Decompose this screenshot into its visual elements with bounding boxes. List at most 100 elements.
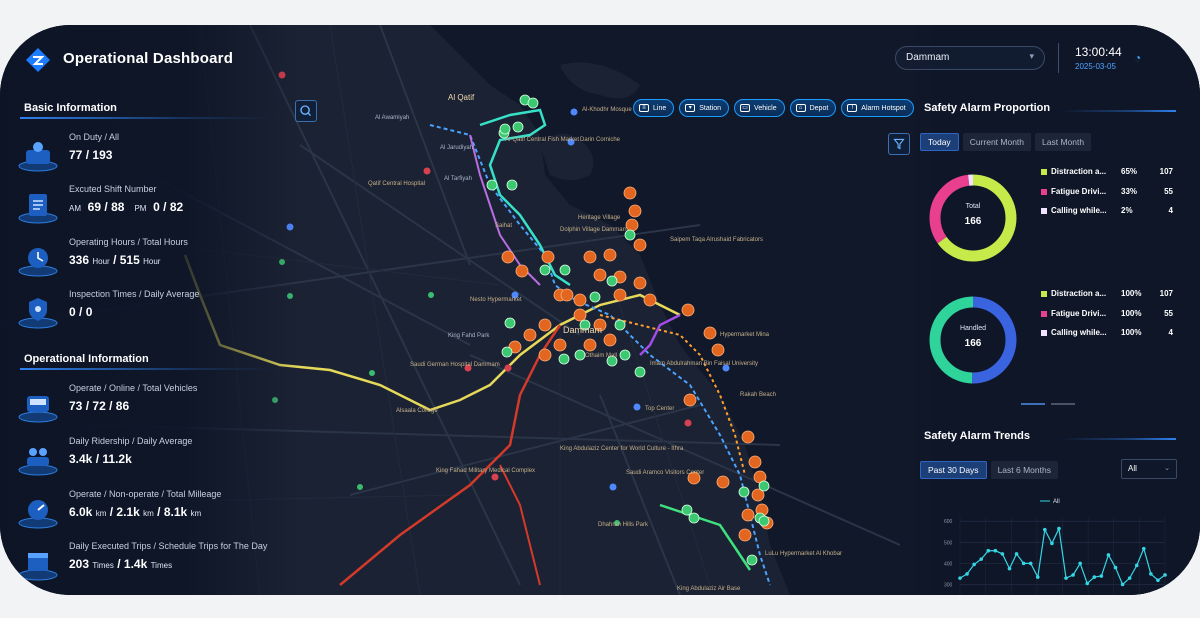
data-point[interactable] [1057,526,1061,531]
data-point[interactable] [1127,576,1132,580]
alarm-type-select-value: All [1128,464,1137,473]
map-label: Imam Abdulrahman Bin Faisal University [650,361,759,367]
data-point[interactable] [1043,527,1047,532]
stat-label: Excuted Shift Number [69,184,157,194]
data-point[interactable] [979,557,984,561]
map-label: Saudi German Hospital Dammam [410,362,500,368]
layer-depot-button[interactable]: ⌂ Depot [789,99,837,117]
stat-label: Operating Hours / Total Hours [69,237,188,247]
legend-swatch [1041,311,1047,317]
stat-value: 0 / 0 [69,305,93,319]
data-point[interactable] [993,548,998,553]
section-divider [20,368,275,370]
trend-tabs: Past 30 Days Last 6 Months [920,461,1058,479]
current-date: 2025-03-05 [1075,62,1116,71]
data-point[interactable] [1000,552,1005,556]
alarm-type-select[interactable]: All ⌄ [1121,459,1177,479]
map-label: Saihat [495,223,513,229]
tab-today[interactable]: Today [920,133,959,151]
map-label: Al-Khodhr Mosque [582,107,632,113]
calendar-icon [18,547,58,581]
map-label: Hypermarket Mina [720,332,770,338]
filter-button[interactable] [888,133,910,155]
data-point[interactable] [1156,578,1160,583]
pager-dot[interactable] [1051,403,1075,405]
data-point[interactable] [1007,566,1012,571]
stat-label: Daily Executed Trips / Schedule Trips fo… [69,541,268,551]
map-label: Al-Qatif Central Fish Market [505,137,580,143]
search-icon [300,105,312,117]
section-divider [1060,438,1176,440]
map-label: LuLu Hypermarket Al Khobar [765,551,843,557]
legend-swatch [1041,330,1047,336]
y-tick-label: 400 [944,561,953,567]
map-label: Qatif Central Hospital [368,181,426,187]
layer-line-button[interactable]: ≡ Line [633,99,675,117]
data-point[interactable] [1163,573,1167,577]
map-label: Alsaala College [396,408,438,414]
data-point[interactable] [958,576,962,580]
map-label: Saipem Taqa Alrushaid Fabricators [670,237,763,243]
data-point[interactable] [972,562,976,567]
data-point[interactable] [1113,565,1118,570]
data-point[interactable] [1014,552,1019,556]
city-select-value: Dammam [906,52,950,63]
stat-label: Daily Ridership / Daily Average [69,436,193,446]
data-point[interactable] [1099,574,1104,578]
section-divider [20,117,275,119]
y-tick-label: 300 [944,582,953,588]
stat-value: 73 / 72 / 86 [69,399,130,413]
stat-mileage: Operate / Non-operate / Total Milleage 6… [18,489,288,535]
stat-on-duty: On Duty / All 77 / 193 [18,132,288,178]
map-search-button[interactable] [295,100,317,122]
data-point[interactable] [1028,561,1033,566]
data-point[interactable] [1120,582,1125,587]
stat-label: On Duty / All [69,132,120,142]
theme-toggle-icon[interactable]: ◔ [1134,51,1141,65]
layer-station-button[interactable]: ▾ Station [679,99,730,117]
pager-dot-active[interactable] [1021,403,1045,405]
data-point[interactable] [1064,576,1068,580]
stat-label: Operate / Non-operate / Total Milleage [69,489,222,499]
map-label: Othaim Mall [585,353,618,359]
filter-icon [893,138,905,150]
layer-vehicle-button[interactable]: ▭ Vehicle [734,99,785,117]
layer-alarm-hotspot-button[interactable]: ! Alarm Hotspot [841,99,914,117]
legend-row: Calling while... 100% 4 [1041,328,1181,340]
y-tick-label: 600 [944,519,953,525]
depot-icon: ⌂ [795,104,806,112]
current-time: 13:00:44 [1075,45,1122,59]
data-point[interactable] [1141,546,1146,551]
tab-last-6-months[interactable]: Last 6 Months [990,461,1058,479]
data-point[interactable] [1071,573,1075,577]
header-divider [1058,43,1059,73]
data-point[interactable] [1149,572,1153,576]
data-point[interactable] [1050,541,1054,546]
tab-current-month[interactable]: Current Month [962,133,1032,151]
city-select[interactable]: Dammam ▾ [895,46,1045,70]
data-point[interactable] [1078,561,1082,566]
operational-info-title: Operational Information [24,353,149,365]
station-icon: ▾ [685,104,696,112]
data-point[interactable] [965,572,969,576]
passenger-icon [18,442,58,476]
tab-last-month[interactable]: Last Month [1035,133,1092,151]
stat-value: AM 69 / 88 PM 0 / 82 [69,200,184,214]
tab-past-30-days[interactable]: Past 30 Days [920,461,987,479]
basic-info-title: Basic Information [24,102,117,114]
data-point[interactable] [1092,575,1097,579]
odometer-icon [18,495,58,529]
map-label: Nesto Hypermarket [470,297,522,303]
stat-value: 6.0k km / 2.1k km / 8.1k km [69,505,202,519]
data-point[interactable] [1021,561,1026,566]
data-point[interactable] [1085,581,1090,586]
stat-value: 336 Hour / 515 Hour [69,253,161,267]
donut-center-label: Handled [959,325,987,332]
donut-center-value: 166 [964,338,982,349]
data-point[interactable] [1106,553,1111,557]
bus-icon [18,389,58,423]
data-point[interactable] [1035,575,1040,579]
data-point[interactable] [986,548,991,553]
data-point[interactable] [1134,563,1139,568]
map-label: Heritage Village [578,215,621,221]
